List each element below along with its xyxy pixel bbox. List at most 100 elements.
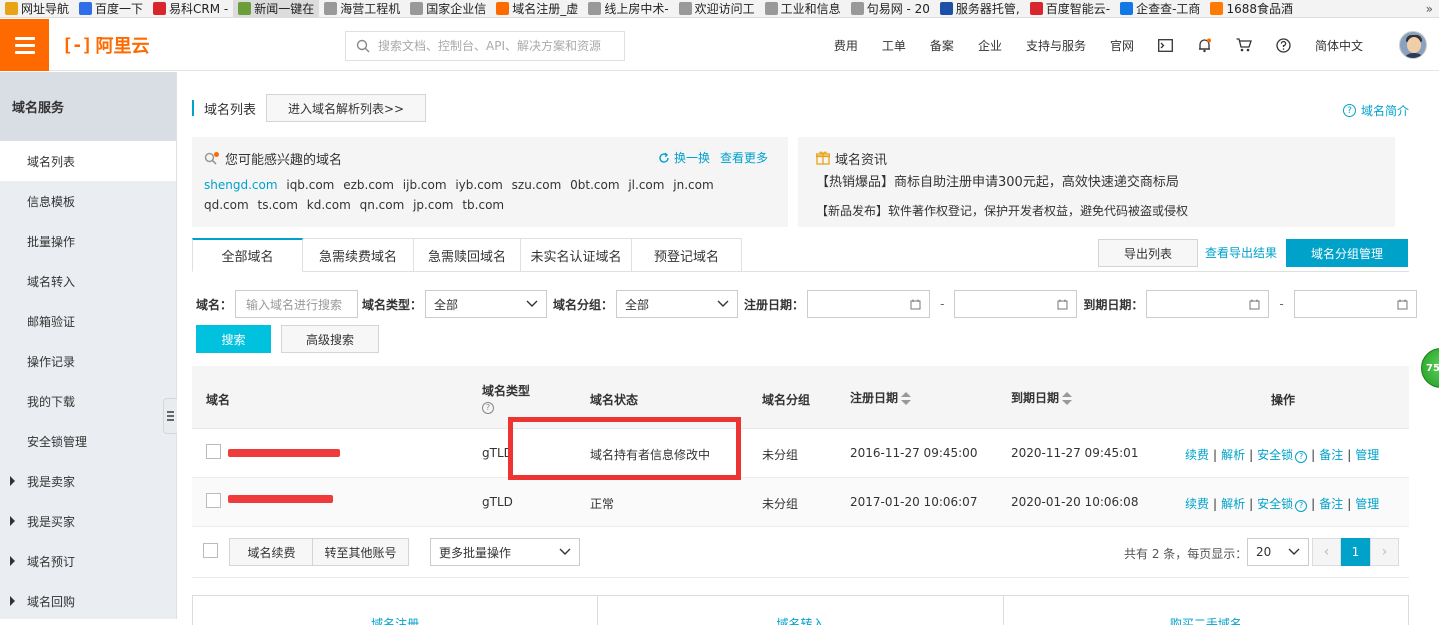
sidebar-item[interactable]: 批量操作 [0, 221, 176, 261]
suggested-domain-link[interactable]: szu.com [512, 178, 562, 192]
nav-tickets[interactable]: 工单 [870, 37, 918, 54]
redacted-domain-name[interactable] [228, 495, 333, 503]
bookmark-item[interactable]: 工业和信息 [760, 0, 846, 17]
domain-group-manage-button[interactable]: 域名分组管理 [1286, 239, 1408, 267]
suggested-domain-link[interactable]: qd.com [204, 198, 249, 212]
sidebar-item[interactable]: 邮箱验证 [0, 301, 176, 341]
info-icon[interactable]: ? [482, 401, 494, 414]
bookmark-item[interactable]: 服务器托管, [935, 0, 1025, 17]
select-all-checkbox[interactable] [203, 543, 218, 558]
batch-renew-button[interactable]: 域名续费 [229, 538, 314, 566]
col-reg-date[interactable]: 注册日期 [850, 389, 912, 406]
view-more-link[interactable]: 查看更多 [720, 149, 768, 166]
news-item-copyright[interactable]: 【新品发布】软件著作权登记，保护开发者权益，避免代码被盗或侵权 [816, 201, 1377, 221]
nav-billing[interactable]: 费用 [822, 37, 870, 54]
bookmark-item[interactable]: 新闻一键在 [233, 0, 320, 17]
nav-support[interactable]: 支持与服务 [1014, 37, 1098, 54]
suggested-domain-link[interactable]: ts.com [258, 198, 298, 212]
card-buy-second-hand[interactable]: 购买二手域名 [1004, 596, 1408, 625]
suggested-domain-link[interactable]: kd.com [307, 198, 351, 212]
bookmark-item[interactable]: 国家企业信 [405, 0, 491, 17]
sidebar-item[interactable]: 操作记录 [0, 341, 176, 381]
bookmarks-overflow-button[interactable]: » [1421, 0, 1433, 17]
suggested-domain-link[interactable]: iyb.com [455, 178, 503, 192]
cart-button[interactable] [1224, 38, 1264, 52]
sidebar-item[interactable]: 安全锁管理 [0, 421, 176, 461]
suggested-domain-link[interactable]: iqb.com [286, 178, 334, 192]
news-item-trademark[interactable]: 【热销爆品】商标自助注册申请300元起，高效快速递交商标局 [816, 173, 1377, 193]
card-domain-register[interactable]: 域名注册 [193, 596, 599, 625]
refresh-suggestions-link[interactable]: 换一换 [658, 149, 710, 166]
domain-search-input[interactable]: 输入域名进行搜索 [235, 290, 359, 318]
nav-enterprise[interactable]: 企业 [966, 37, 1014, 54]
page-1-button[interactable]: 1 [1341, 538, 1370, 566]
suggested-domain-link[interactable]: qn.com [360, 198, 405, 212]
suggested-domain-link[interactable]: jn.com [673, 178, 713, 192]
sidebar-item[interactable]: 信息模板 [0, 181, 176, 221]
bookmark-item[interactable]: 企查查-工商 [1115, 0, 1205, 17]
bookmark-item[interactable]: 网址导航 [0, 0, 74, 17]
domain-intro-link[interactable]: ? 域名简介 [1342, 102, 1409, 119]
security-lock-link[interactable]: 安全锁 [1257, 497, 1293, 511]
dns-resolve-link[interactable]: 解析 [1221, 497, 1245, 511]
tab-preregistered[interactable]: 预登记域名 [632, 238, 742, 272]
suggested-domain-link[interactable]: jl.com [628, 178, 664, 192]
global-search[interactable] [345, 31, 625, 61]
sort-icon[interactable] [901, 391, 912, 406]
sidebar-item[interactable]: 域名预订 [0, 541, 176, 581]
card-domain-transfer-in[interactable]: 域名转入 [598, 596, 1004, 625]
advanced-search-button[interactable]: 高级搜索 [281, 325, 379, 353]
bookmark-item[interactable]: 欢迎访问工 [674, 0, 760, 17]
sidebar-collapse-handle[interactable] [163, 398, 177, 434]
renew-link[interactable]: 续费 [1185, 448, 1209, 462]
row-checkbox[interactable] [206, 493, 221, 508]
bookmark-item[interactable]: 易科CRM - [148, 0, 233, 17]
manage-link[interactable]: 管理 [1355, 497, 1379, 511]
export-list-button[interactable]: 导出列表 [1098, 239, 1198, 267]
reg-date-end-picker[interactable] [954, 290, 1078, 318]
info-icon[interactable]: ? [1295, 499, 1308, 512]
terminal-button[interactable] [1146, 38, 1185, 52]
security-lock-link[interactable]: 安全锁 [1257, 448, 1293, 462]
sidebar-item[interactable]: 域名回购 [0, 581, 176, 621]
suggested-domain-link[interactable]: ijb.com [403, 178, 447, 192]
remark-link[interactable]: 备注 [1319, 497, 1343, 511]
menu-toggle-button[interactable] [0, 19, 49, 71]
suggested-domain-link[interactable]: shengd.com [204, 178, 278, 192]
reg-date-start-picker[interactable] [807, 290, 931, 318]
help-button[interactable] [1264, 37, 1303, 53]
prev-page-button[interactable]: ‹ [1312, 538, 1341, 566]
notification-button[interactable] [1185, 38, 1224, 53]
nav-icp[interactable]: 备案 [918, 37, 966, 54]
group-select[interactable]: 全部 [616, 290, 739, 318]
aliyun-logo[interactable]: [-] 阿里云 [62, 34, 150, 58]
sidebar-item[interactable]: 我的下载 [0, 381, 176, 421]
dns-resolve-link[interactable]: 解析 [1221, 448, 1245, 462]
info-icon[interactable]: ? [1295, 450, 1308, 463]
row-checkbox[interactable] [206, 444, 221, 459]
bookmark-item[interactable]: 1688食品酒 [1205, 0, 1298, 17]
bookmark-item[interactable]: 百度一下 [74, 0, 148, 17]
exp-date-start-picker[interactable] [1146, 290, 1270, 318]
suggested-domain-link[interactable]: tb.com [462, 198, 504, 212]
tab-unverified[interactable]: 未实名认证域名 [521, 238, 632, 272]
suggested-domain-link[interactable]: 0bt.com [570, 178, 619, 192]
sidebar-item[interactable]: 域名列表 [0, 141, 176, 181]
sidebar-item[interactable]: 我是买家 [0, 501, 176, 541]
tab-all-domains[interactable]: 全部域名 [192, 238, 303, 272]
type-select[interactable]: 全部 [425, 290, 548, 318]
bookmark-item[interactable]: 域名注册_虚 [491, 0, 583, 17]
exp-date-end-picker[interactable] [1293, 290, 1417, 318]
transfer-account-button[interactable]: 转至其他账号 [312, 538, 409, 566]
enter-dns-list-button[interactable]: 进入域名解析列表>> [266, 94, 427, 122]
next-page-button[interactable]: › [1370, 538, 1399, 566]
renew-link[interactable]: 续费 [1185, 497, 1209, 511]
bookmark-item[interactable]: 海营工程机 [319, 0, 405, 17]
user-avatar[interactable] [1399, 31, 1427, 59]
more-batch-ops-select[interactable]: 更多批量操作 [430, 538, 580, 566]
bookmark-item[interactable]: 百度智能云- [1025, 0, 1115, 17]
language-switch[interactable]: 简体中文 [1303, 37, 1375, 54]
tab-redeem-urgent[interactable]: 急需赎回域名 [414, 238, 521, 272]
view-export-results-link[interactable]: 查看导出结果 [1205, 244, 1277, 261]
tab-renew-urgent[interactable]: 急需续费域名 [303, 238, 414, 272]
